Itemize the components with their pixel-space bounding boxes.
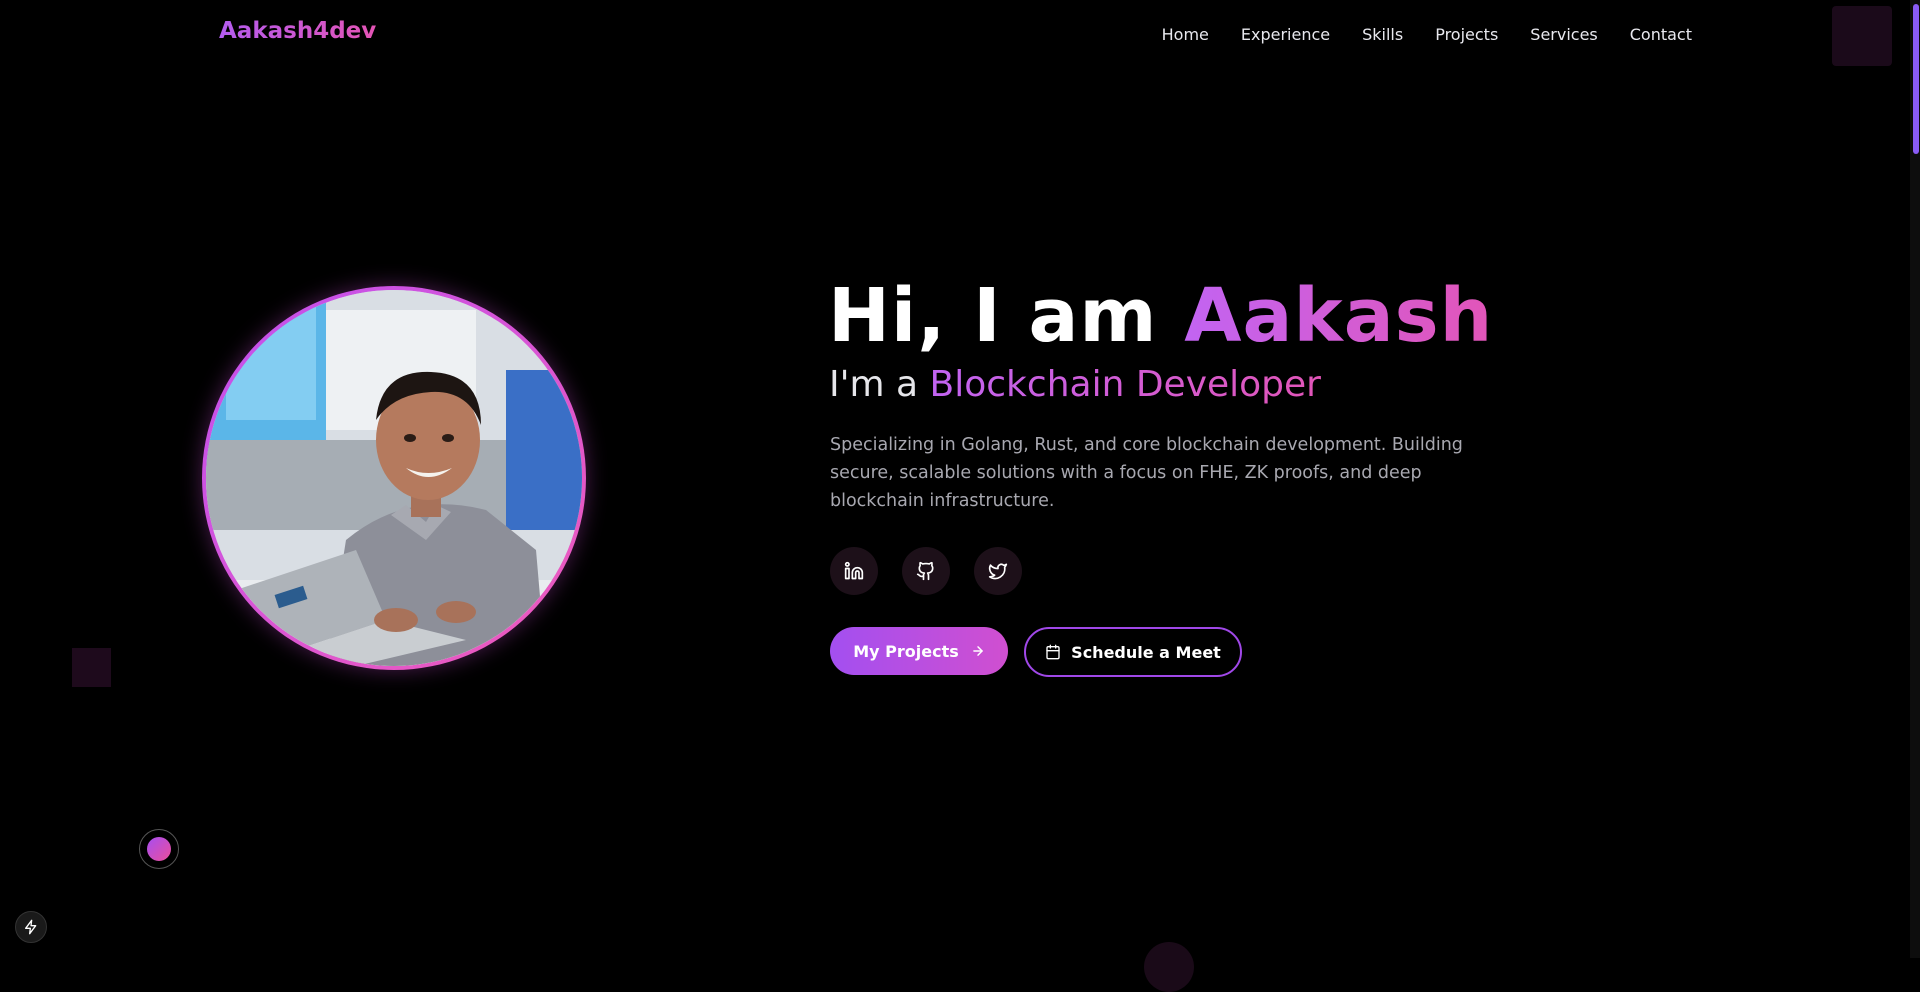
nav-item-home[interactable]: Home — [1162, 25, 1209, 44]
linkedin-icon — [844, 561, 864, 580]
my-projects-label: My Projects — [853, 641, 959, 661]
arrow-right-icon — [972, 646, 983, 656]
hero-heading: Hi, I am Aakash — [828, 270, 1493, 362]
hero-role: Blockchain Developer — [929, 364, 1321, 405]
nav-item-services[interactable]: Services — [1530, 25, 1597, 44]
lightning-icon — [25, 919, 37, 935]
theme-toggle-button[interactable] — [1832, 6, 1892, 66]
hero-name: Aakash — [1184, 273, 1494, 359]
my-projects-button[interactable]: My Projects — [830, 627, 1008, 675]
linkedin-button[interactable] — [830, 547, 878, 595]
hero-description: Specializing in Golang, Rust, and core b… — [830, 435, 1463, 511]
profile-photo-frame — [202, 286, 586, 670]
calendar-icon — [1046, 644, 1060, 660]
scrollbar-thumb[interactable] — [1913, 4, 1919, 154]
nav-item-projects[interactable]: Projects — [1435, 25, 1498, 44]
decorative-square — [72, 648, 111, 687]
nav-item-contact[interactable]: Contact — [1630, 25, 1692, 44]
framework-badge-button[interactable] — [15, 911, 47, 943]
cursor-follower — [139, 829, 179, 869]
scroll-down-indicator[interactable] — [1144, 942, 1194, 992]
nav-item-skills[interactable]: Skills — [1362, 25, 1403, 44]
hero-role-heading: I'm a Blockchain Developer — [829, 364, 1321, 405]
navbar: Aakash4dev Home Experience Skills Projec… — [0, 0, 1910, 70]
profile-photo — [206, 290, 582, 666]
github-button[interactable] — [902, 547, 950, 595]
twitter-icon — [988, 563, 1008, 580]
schedule-meet-button[interactable]: Schedule a Meet — [1024, 627, 1242, 677]
social-links — [830, 547, 1022, 595]
nav-item-experience[interactable]: Experience — [1241, 25, 1330, 44]
cursor-follower-dot — [147, 837, 171, 861]
twitter-button[interactable] — [974, 547, 1022, 595]
hero-role-prefix: I'm a — [829, 364, 930, 405]
schedule-meet-label: Schedule a Meet — [1071, 642, 1221, 662]
profile-photo-illustration — [206, 290, 582, 666]
site-logo[interactable]: Aakash4dev — [219, 18, 376, 44]
hero-greeting: Hi, I am — [828, 273, 1185, 359]
github-icon — [916, 561, 934, 581]
page-scrollbar[interactable] — [1910, 0, 1920, 958]
nav-links: Home Experience Skills Projects Services… — [1162, 25, 1692, 44]
